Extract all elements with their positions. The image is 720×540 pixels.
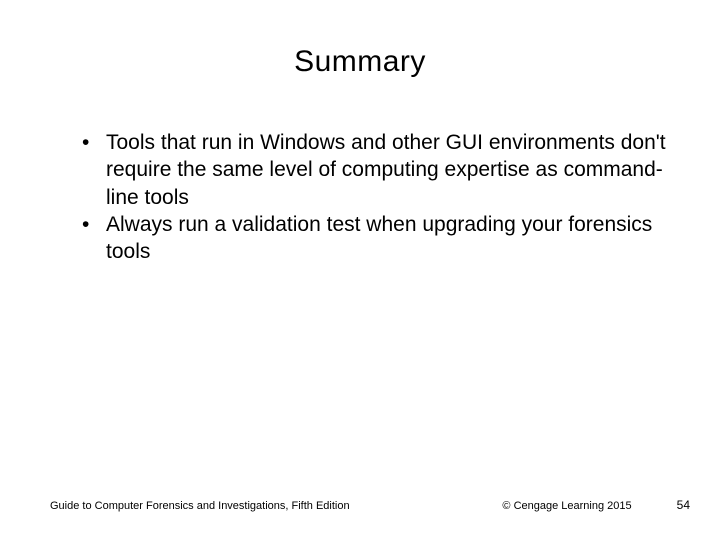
footer-book-title: Guide to Computer Forensics and Investig… [50, 500, 350, 512]
slide-footer: Guide to Computer Forensics and Investig… [50, 498, 690, 512]
footer-page-number: 54 [677, 498, 690, 512]
footer-copyright: © Cengage Learning 2015 [502, 500, 631, 512]
bullet-list: Tools that run in Windows and other GUI … [80, 129, 670, 265]
slide-title: Summary [50, 45, 670, 79]
list-item: Tools that run in Windows and other GUI … [80, 129, 670, 211]
list-item: Always run a validation test when upgrad… [80, 211, 670, 266]
slide-container: Summary Tools that run in Windows and ot… [0, 0, 720, 540]
footer-right-group: © Cengage Learning 2015 54 [502, 498, 690, 512]
slide-content: Tools that run in Windows and other GUI … [50, 129, 670, 265]
